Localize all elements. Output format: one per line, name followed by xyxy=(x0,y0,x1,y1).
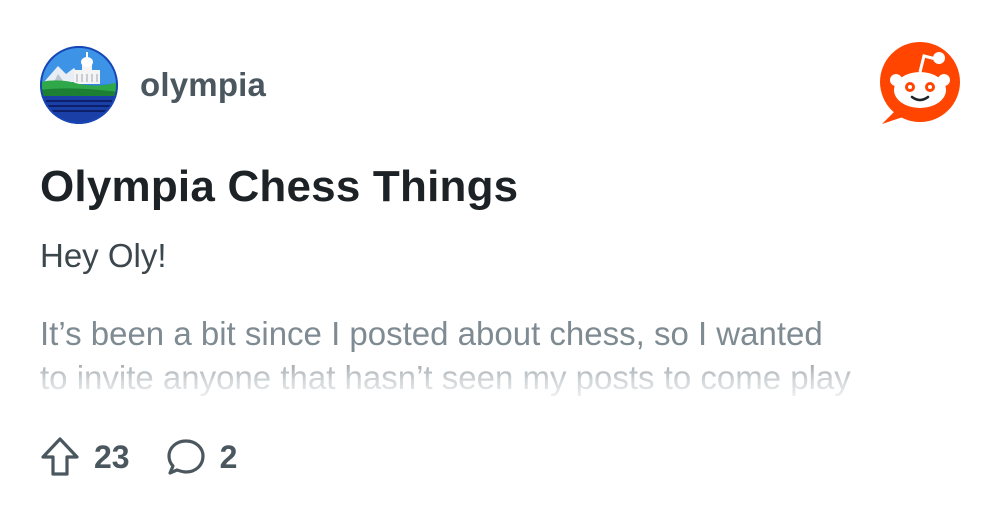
post-body-intro: Hey Oly! xyxy=(40,237,167,274)
post-actions: 23 2 xyxy=(40,432,273,482)
comment-count: 2 xyxy=(219,438,238,475)
reddit-snoo-logo-icon[interactable] xyxy=(876,40,962,126)
post-card[interactable]: olympia Olympia Chess Things Hey Oly! It xyxy=(0,0,1000,521)
upvote-count: 23 xyxy=(94,438,130,475)
subreddit-name[interactable]: olympia xyxy=(140,66,266,104)
upvote-button[interactable]: 23 xyxy=(40,436,130,478)
post-body-preview: It’s been a bit since I posted about che… xyxy=(40,312,970,400)
comments-button[interactable]: 2 xyxy=(166,437,238,477)
upvote-arrow-icon xyxy=(41,437,79,476)
post-title[interactable]: Olympia Chess Things xyxy=(40,160,518,214)
comment-bubble-icon xyxy=(166,439,205,475)
subreddit-avatar[interactable] xyxy=(40,46,118,124)
post-body-line: It’s been a bit since I posted about che… xyxy=(40,315,823,352)
post-header: olympia xyxy=(40,46,266,124)
post-body-line: to invite anyone that hasn’t seen my pos… xyxy=(40,359,851,396)
